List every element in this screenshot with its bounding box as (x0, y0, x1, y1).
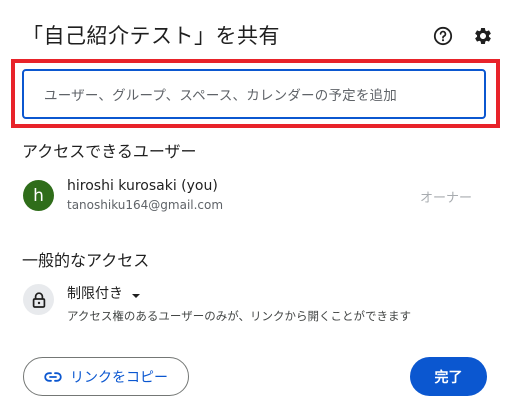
gear-icon[interactable] (472, 25, 494, 47)
user-role: オーナー (420, 191, 473, 206)
link-icon (44, 367, 62, 386)
access-level-dropdown[interactable]: 制限付き (67, 283, 141, 303)
access-description: アクセス権のあるユーザーのみが、リンクから開くことができます (67, 309, 411, 323)
help-icon[interactable] (432, 25, 454, 47)
users-section-title: アクセスできるユーザー (22, 142, 197, 161)
add-people-placeholder: ユーザー、グループ、スペース、カレンダーの予定を追加 (44, 88, 397, 104)
access-level-label: 制限付き (67, 286, 123, 302)
done-button[interactable]: 完了 (410, 357, 487, 396)
copy-link-button[interactable]: リンクをコピー (23, 357, 189, 396)
user-name: hiroshi kurosaki (you) (67, 178, 218, 194)
avatar: h (23, 180, 54, 211)
add-people-input[interactable]: ユーザー、グループ、スペース、カレンダーの予定を追加 (22, 69, 486, 119)
done-label: 完了 (434, 369, 463, 386)
user-email: tanoshiku164@gmail.com (67, 198, 224, 212)
share-dialog: 「自己紹介テスト」を共有 ユーザー、グループ、スペース、カレンダーの予定を追加 … (0, 0, 509, 414)
dropdown-arrow-icon (131, 284, 141, 303)
copy-link-label: リンクをコピー (70, 369, 168, 386)
dialog-title: 「自己紹介テスト」を共有 (22, 24, 280, 48)
general-access-title: 一般的なアクセス (22, 251, 150, 270)
lock-icon (23, 284, 54, 315)
avatar-letter: h (33, 185, 44, 206)
